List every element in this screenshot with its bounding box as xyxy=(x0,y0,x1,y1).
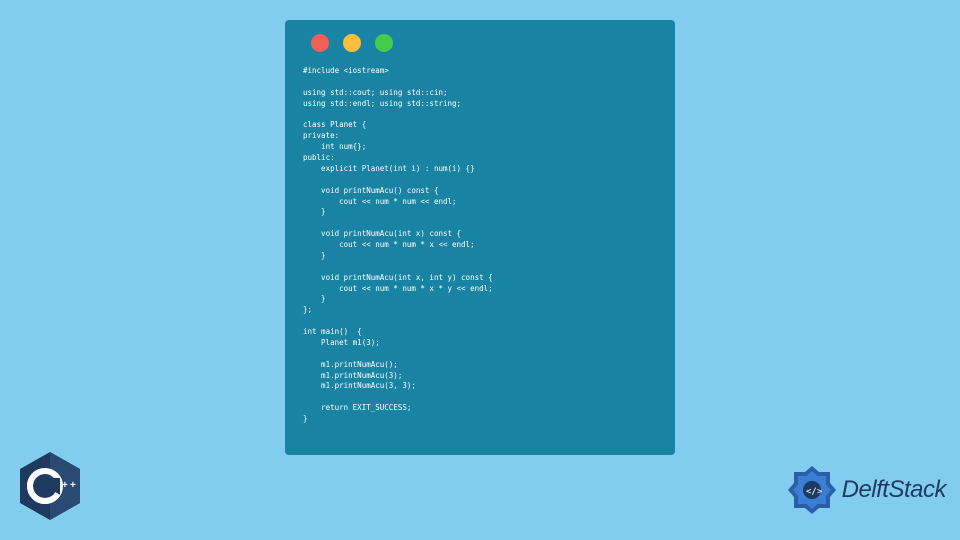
svg-text:+: + xyxy=(62,480,68,491)
window-traffic-lights xyxy=(311,34,657,52)
delftstack-branding: </> DelftStack xyxy=(786,464,946,516)
svg-text:+: + xyxy=(70,480,76,491)
maximize-dot-icon xyxy=(375,34,393,52)
close-dot-icon xyxy=(311,34,329,52)
svg-text:</>: </> xyxy=(806,487,823,497)
delftstack-badge-icon: </> xyxy=(786,464,838,516)
code-block: #include <iostream> using std::cout; usi… xyxy=(303,66,657,425)
delftstack-name: DelftStack xyxy=(842,476,946,504)
cpp-logo-icon: + + xyxy=(18,450,82,522)
minimize-dot-icon xyxy=(343,34,361,52)
code-window: #include <iostream> using std::cout; usi… xyxy=(285,20,675,455)
